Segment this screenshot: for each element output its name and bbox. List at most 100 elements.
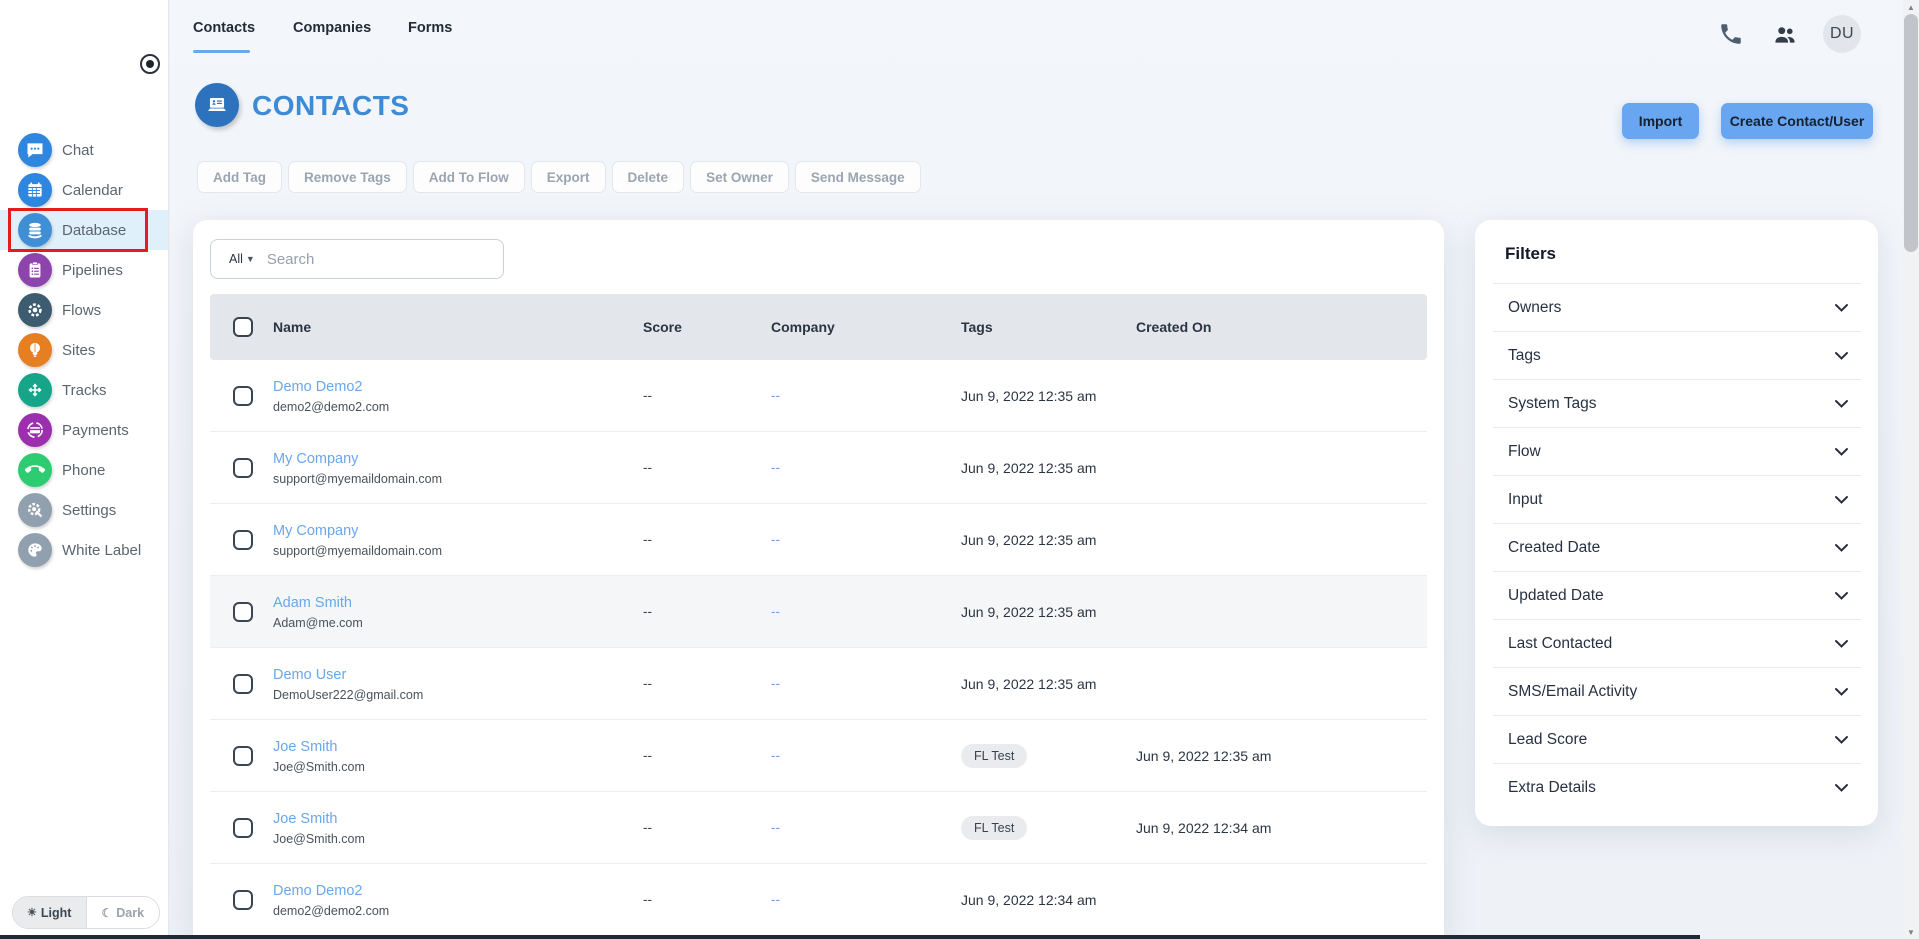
theme-light-button[interactable]: ☀ Light [13, 897, 87, 928]
contact-email: support@myemaildomain.com [273, 472, 643, 486]
chevron-down-icon [1834, 447, 1849, 457]
table-row[interactable]: Demo Demo2demo2@demo2.com -- -- Jun 9, 2… [210, 360, 1427, 432]
row-checkbox[interactable] [233, 890, 253, 910]
scrollbar[interactable]: ▲ ▼ [1903, 0, 1919, 939]
tab-forms[interactable]: Forms [408, 20, 452, 36]
filter-item-updated-date[interactable]: Updated Date [1493, 571, 1861, 619]
filter-item-last-contacted[interactable]: Last Contacted [1493, 619, 1861, 667]
row-checkbox[interactable] [233, 458, 253, 478]
row-checkbox[interactable] [233, 386, 253, 406]
contact-name-link[interactable]: My Company [273, 451, 358, 467]
page-title: CONTACTS [252, 90, 409, 122]
scroll-up-arrow-icon[interactable]: ▲ [1903, 0, 1919, 14]
export-button[interactable]: Export [531, 161, 606, 193]
add-tag-button[interactable]: Add Tag [197, 161, 282, 193]
row-checkbox[interactable] [233, 530, 253, 550]
sidebar-item-white-label[interactable]: White Label [0, 530, 168, 570]
theme-dark-button[interactable]: ☾ Dark [87, 897, 160, 928]
sidebar-item-tracks[interactable]: Tracks [0, 370, 168, 410]
sidebar-nav: Chat Calendar Database Pipelines Flows [0, 130, 168, 570]
send-message-button[interactable]: Send Message [795, 161, 921, 193]
set-owner-button[interactable]: Set Owner [690, 161, 789, 193]
filter-item-input[interactable]: Input [1493, 475, 1861, 523]
sun-icon: ☀ [27, 906, 37, 919]
company-link[interactable]: -- [771, 388, 961, 403]
row-checkbox[interactable] [233, 746, 253, 766]
score-cell: -- [643, 532, 771, 547]
add-to-flow-button[interactable]: Add To Flow [413, 161, 525, 193]
filter-item-sms-email-activity[interactable]: SMS/Email Activity [1493, 667, 1861, 715]
table-row[interactable]: Adam SmithAdam@me.com -- -- Jun 9, 2022 … [210, 576, 1427, 648]
created-on-cell: Jun 9, 2022 12:35 am [961, 388, 1136, 404]
remove-tags-button[interactable]: Remove Tags [288, 161, 407, 193]
contact-name-link[interactable]: Demo Demo2 [273, 883, 362, 899]
chevron-down-icon [1834, 543, 1849, 553]
filter-item-flow[interactable]: Flow [1493, 427, 1861, 475]
search-input[interactable] [267, 251, 503, 268]
sidebar-item-phone[interactable]: Phone [0, 450, 168, 490]
contact-name-link[interactable]: Joe Smith [273, 811, 337, 827]
import-button[interactable]: Import [1622, 103, 1699, 139]
search-scope-dropdown[interactable]: All ▼ [229, 252, 255, 266]
create-contact-user-button[interactable]: Create Contact/User [1721, 103, 1873, 139]
table-row[interactable]: Demo Demo2demo2@demo2.com -- -- Jun 9, 2… [210, 864, 1427, 936]
column-header-tags[interactable]: Tags [961, 319, 1136, 335]
scrollbar-thumb[interactable] [1904, 14, 1918, 252]
sidebar-item-payments[interactable]: Payments [0, 410, 168, 450]
users-icon[interactable] [1771, 22, 1799, 48]
company-link[interactable]: -- [771, 676, 961, 691]
table-row[interactable]: My Companysupport@myemaildomain.com -- -… [210, 432, 1427, 504]
sidebar-item-pipelines[interactable]: Pipelines [0, 250, 168, 290]
contact-name-link[interactable]: Demo User [273, 667, 346, 683]
avatar[interactable]: DU [1823, 15, 1861, 53]
sidebar-collapse-toggle-icon[interactable] [140, 54, 160, 74]
company-link[interactable]: -- [771, 748, 961, 763]
select-all-checkbox[interactable] [233, 317, 253, 337]
row-checkbox[interactable] [233, 674, 253, 694]
column-header-name[interactable]: Name [273, 319, 643, 335]
sidebar-item-settings[interactable]: Settings [0, 490, 168, 530]
filter-item-extra-details[interactable]: Extra Details [1493, 763, 1861, 811]
filter-item-tags[interactable]: Tags [1493, 331, 1861, 379]
column-header-created-on[interactable]: Created On [1136, 319, 1427, 335]
clipboard-icon [18, 253, 52, 287]
sidebar-item-database[interactable]: Database [0, 210, 168, 250]
company-link[interactable]: -- [771, 820, 961, 835]
score-cell: -- [643, 892, 771, 907]
table-row[interactable]: Joe SmithJoe@Smith.com -- -- FL Test Jun… [210, 720, 1427, 792]
row-checkbox[interactable] [233, 818, 253, 838]
company-link[interactable]: -- [771, 460, 961, 475]
chevron-down-icon [1834, 303, 1849, 313]
contact-name-link[interactable]: Adam Smith [273, 595, 352, 611]
tab-contacts[interactable]: Contacts [193, 20, 255, 36]
column-header-score[interactable]: Score [643, 319, 771, 335]
company-link[interactable]: -- [771, 892, 961, 907]
filter-item-owners[interactable]: Owners [1493, 283, 1861, 331]
created-on-cell: Jun 9, 2022 12:34 am [961, 892, 1136, 908]
company-link[interactable]: -- [771, 532, 961, 547]
table-row[interactable]: My Companysupport@myemaildomain.com -- -… [210, 504, 1427, 576]
scroll-down-arrow-icon[interactable]: ▼ [1903, 925, 1919, 939]
sidebar-item-calendar[interactable]: Calendar [0, 170, 168, 210]
contact-name-link[interactable]: My Company [273, 523, 358, 539]
contact-name-link[interactable]: Demo Demo2 [273, 379, 362, 395]
table-row[interactable]: Demo UserDemoUser222@gmail.com -- -- Jun… [210, 648, 1427, 720]
delete-button[interactable]: Delete [612, 161, 685, 193]
contact-name-link[interactable]: Joe Smith [273, 739, 337, 755]
column-header-company[interactable]: Company [771, 319, 961, 335]
contact-email: Joe@Smith.com [273, 760, 643, 774]
filter-item-system-tags[interactable]: System Tags [1493, 379, 1861, 427]
phone-icon[interactable] [1718, 21, 1744, 47]
score-cell: -- [643, 604, 771, 619]
filter-item-lead-score[interactable]: Lead Score [1493, 715, 1861, 763]
row-checkbox[interactable] [233, 602, 253, 622]
sidebar-item-chat[interactable]: Chat [0, 130, 168, 170]
tab-companies[interactable]: Companies [293, 20, 371, 36]
company-link[interactable]: -- [771, 604, 961, 619]
theme-toggle: ☀ Light ☾ Dark [12, 896, 160, 929]
sidebar-item-sites[interactable]: Sites [0, 330, 168, 370]
table-row[interactable]: Joe SmithJoe@Smith.com -- -- FL Test Jun… [210, 792, 1427, 864]
filter-item-created-date[interactable]: Created Date [1493, 523, 1861, 571]
sidebar-item-flows[interactable]: Flows [0, 290, 168, 330]
contacts-table-card: All ▼ Name Score Company Tags Created On… [193, 220, 1444, 939]
